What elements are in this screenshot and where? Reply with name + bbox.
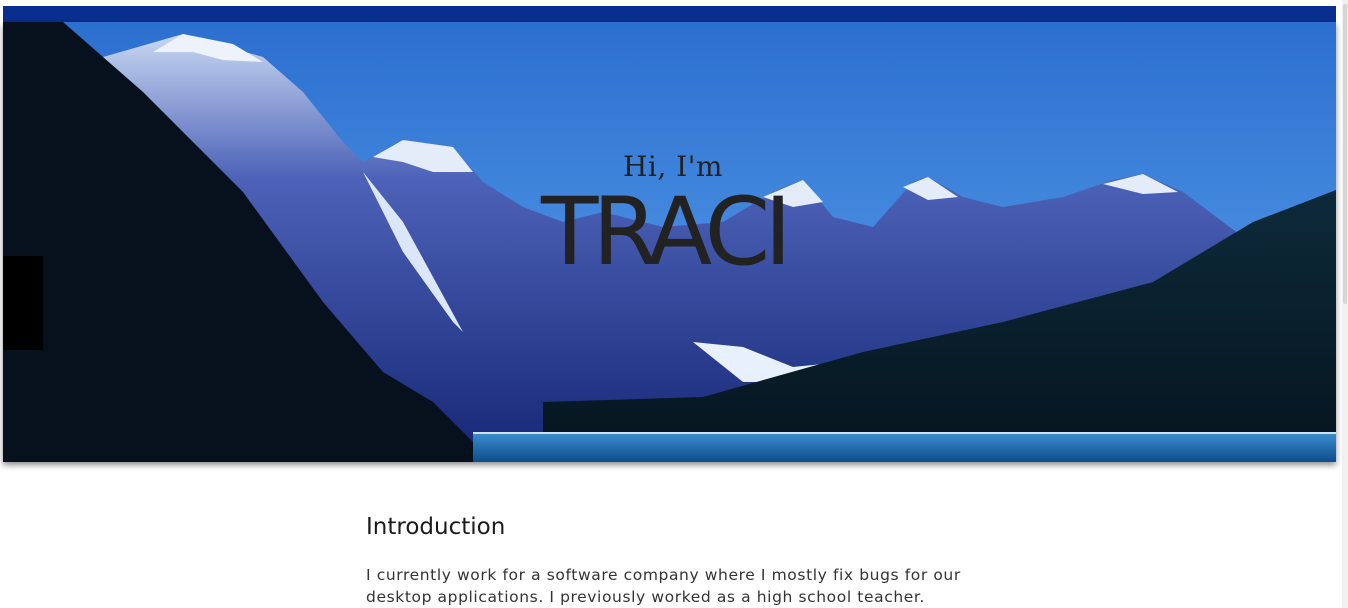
hero-name: TRACI [541,178,792,287]
top-bar [3,6,1336,22]
left-dark-block [3,256,43,350]
intro-body: I currently work for a software company … [366,566,961,606]
scrollbar-thumb[interactable] [1343,4,1347,304]
intro-title: Introduction [366,514,506,540]
hero-banner: Hi, I'm TRACI [3,22,1336,462]
scrollbar[interactable] [1342,0,1348,608]
intro-section: Introduction I currently work for a soft… [366,510,966,608]
